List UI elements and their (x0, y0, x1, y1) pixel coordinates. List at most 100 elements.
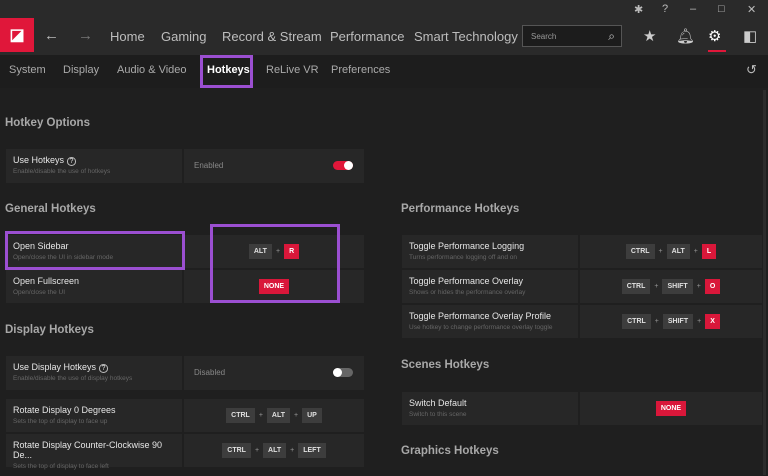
plus-separator: + (654, 283, 658, 290)
hotkey-label: Open Fullscreen (13, 276, 175, 286)
help-icon[interactable]: ? (99, 364, 109, 373)
key-l[interactable]: L (702, 244, 716, 259)
use-hotkeys-toggle[interactable] (333, 161, 353, 170)
hotkey-desc: Switch to this scene (409, 411, 571, 418)
keys-highlight (210, 224, 340, 303)
key-shift[interactable]: SHIFT (662, 279, 692, 294)
bug-icon[interactable]: ✱ (634, 3, 643, 16)
scrollbar[interactable] (763, 90, 766, 475)
search-icon: ⌕ (608, 29, 615, 44)
key-o[interactable]: O (705, 279, 720, 294)
hotkey-label: Toggle Performance Overlay Profile (409, 311, 571, 321)
hotkey-desc: Sets the top of display to face up (13, 418, 175, 425)
title-bar (0, 0, 768, 18)
plus-separator: + (694, 248, 698, 255)
list-item[interactable]: Switch Default Switch to this scene (402, 392, 578, 425)
hotkey-desc: Open/close the UI (13, 289, 175, 296)
use-hotkeys-label: Use Hotkeys ? (13, 155, 175, 165)
key-alt[interactable]: ALT (667, 244, 690, 259)
sidebar-layout-icon[interactable]: ◧ (743, 27, 757, 45)
nav-home[interactable]: Home (110, 29, 145, 44)
hotkey-desc: Turns performance logging off and on (409, 254, 571, 261)
plus-separator: + (655, 318, 659, 325)
key-up[interactable]: UP (302, 408, 322, 423)
use-hotkeys-value-cell: Enabled (184, 149, 364, 183)
key-ctrl[interactable]: CTRL (622, 279, 651, 294)
hotkey-keys-cell[interactable]: CTRL + ALT + LEFT (184, 434, 364, 467)
hotkey-keys-cell[interactable]: CTRL + ALT + L (580, 235, 762, 268)
bell-icon[interactable]: 🔔︎ (676, 27, 695, 45)
use-display-hotkeys-toggle[interactable] (333, 368, 353, 377)
help-icon[interactable]: ? (67, 157, 77, 166)
settings-active-indicator (708, 50, 726, 52)
hotkey-keys-cell[interactable]: NONE (580, 392, 762, 425)
plus-separator: + (290, 447, 294, 454)
section-performance-hotkeys: Performance Hotkeys (401, 203, 519, 215)
tab-display[interactable]: Display (63, 64, 99, 76)
key-ctrl[interactable]: CTRL (626, 244, 655, 259)
help-icon[interactable]: ? (662, 3, 668, 15)
nav-record-stream[interactable]: Record & Stream (222, 29, 322, 44)
section-hotkey-options: Hotkey Options (5, 117, 90, 129)
plus-separator: + (697, 318, 701, 325)
hotkey-keys-cell[interactable]: CTRL+SHIFT+O (580, 270, 762, 303)
hotkeys-tab-highlight (200, 55, 253, 88)
list-item[interactable]: Rotate Display 0 DegreesSets the top of … (6, 399, 182, 432)
key-x[interactable]: X (705, 314, 720, 329)
key-alt[interactable]: ALT (267, 408, 290, 423)
list-item[interactable]: Toggle Performance Overlay Profile Use ho… (402, 305, 578, 338)
hotkey-desc: Shows or hides the performance overlay (409, 289, 571, 296)
use-hotkeys-desc: Enable/disable the use of hotkeys (13, 168, 175, 175)
star-icon[interactable]: ★ (643, 27, 656, 45)
use-display-hotkeys-label-cell: Use Display Hotkeys ? Enable/disable the … (6, 356, 182, 390)
section-general-hotkeys: General Hotkeys (5, 203, 96, 215)
hotkey-label: Switch Default (409, 398, 571, 408)
list-item[interactable]: Toggle Performance OverlayShows or hides… (402, 270, 578, 303)
search-placeholder: Search (531, 32, 556, 41)
use-hotkeys-state: Enabled (194, 161, 223, 170)
section-display-hotkeys: Display Hotkeys (5, 324, 94, 336)
tab-preferences[interactable]: Preferences (331, 64, 390, 76)
key-none[interactable]: NONE (656, 401, 686, 416)
tab-system[interactable]: System (9, 64, 46, 76)
plus-separator: + (259, 412, 263, 419)
key-left[interactable]: LEFT (298, 443, 326, 458)
key-ctrl[interactable]: CTRL (222, 443, 251, 458)
plus-separator: + (659, 248, 663, 255)
list-item[interactable]: Rotate Display Counter-Clockwise 90 De..… (6, 434, 182, 467)
hotkey-desc: Sets the top of display to face left (13, 463, 175, 470)
minimize-icon[interactable]: – (690, 3, 696, 15)
close-icon[interactable]: ✕ (747, 3, 756, 16)
key-alt[interactable]: ALT (263, 443, 286, 458)
search-input[interactable]: Search ⌕ (522, 25, 622, 47)
gear-icon[interactable]: ⚙ (708, 27, 721, 45)
nav-gaming[interactable]: Gaming (161, 29, 207, 44)
use-display-hotkeys-value-cell: Disabled (184, 356, 364, 390)
hotkey-label: Toggle Performance Logging (409, 241, 571, 251)
hotkey-keys-cell[interactable]: CTRL + SHIFT + X (580, 305, 762, 338)
key-ctrl[interactable]: CTRL (622, 314, 651, 329)
section-scenes-hotkeys: Scenes Hotkeys (401, 359, 489, 371)
reset-icon[interactable]: ↺ (746, 62, 757, 78)
use-hotkeys-label-cell: Use Hotkeys ? Enable/disable the use of h… (6, 149, 182, 183)
hotkey-keys-cell[interactable]: CTRL+ALT+UP (184, 399, 364, 432)
nav-smart-technology[interactable]: Smart Technology (414, 29, 518, 44)
hotkey-desc: Use hotkey to change performance overlay… (409, 324, 571, 331)
use-display-hotkeys-state: Disabled (194, 368, 225, 377)
tab-audio-video[interactable]: Audio & Video (117, 64, 187, 76)
amd-logo[interactable]: ◪ (0, 18, 34, 52)
plus-separator: + (255, 447, 259, 454)
open-sidebar-highlight (5, 231, 185, 270)
key-ctrl[interactable]: CTRL (226, 408, 255, 423)
nav-performance[interactable]: Performance (330, 29, 404, 44)
use-display-hotkeys-desc: Enable/disable the use of display hotkey… (13, 375, 175, 382)
list-item[interactable]: Open Fullscreen Open/close the UI (6, 270, 182, 303)
back-icon[interactable]: ← (44, 27, 59, 44)
tab-relive-vr[interactable]: ReLive VR (266, 64, 319, 76)
list-item[interactable]: Toggle Performance Logging Turns performa… (402, 235, 578, 268)
maximize-icon[interactable]: □ (718, 3, 725, 15)
use-display-hotkeys-label: Use Display Hotkeys ? (13, 362, 175, 372)
hotkey-label: Rotate Display Counter-Clockwise 90 De..… (13, 440, 175, 460)
forward-icon[interactable]: → (78, 27, 93, 44)
key-shift[interactable]: SHIFT (663, 314, 693, 329)
